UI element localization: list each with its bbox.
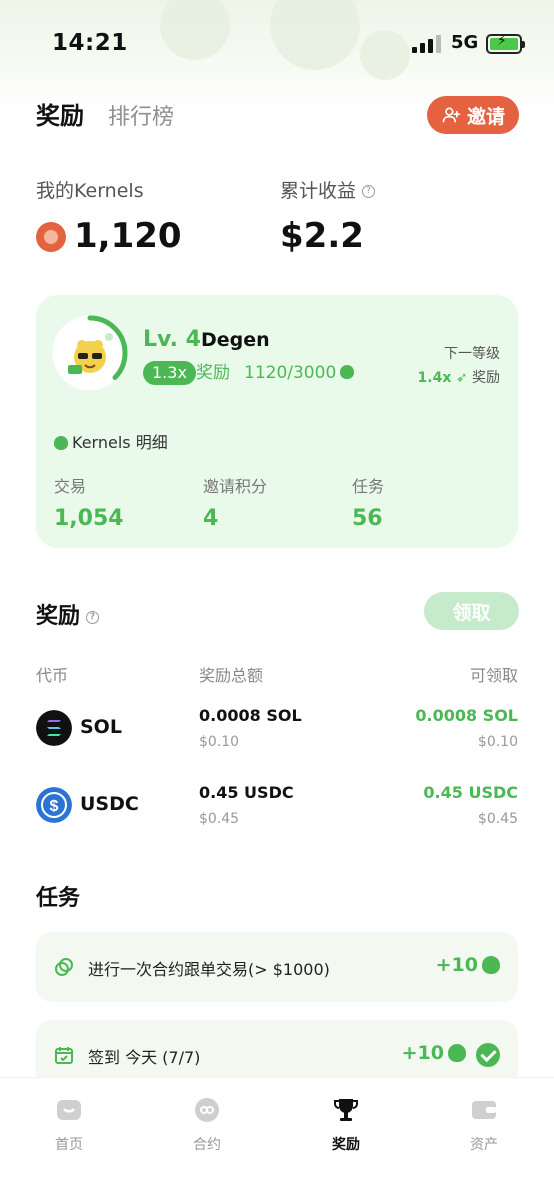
task-points: +10: [436, 954, 500, 976]
help-icon[interactable]: ?: [86, 610, 100, 624]
trophy-icon: [334, 1099, 358, 1121]
usdc-icon: $: [36, 787, 72, 823]
breakdown-label: 邀请积分: [203, 477, 268, 496]
add-user-icon: [442, 107, 461, 123]
battery-icon: ⚡: [486, 33, 525, 54]
invite-button[interactable]: 邀请: [427, 96, 519, 134]
token-name: USDC: [80, 793, 139, 815]
network-type: 5G: [451, 32, 479, 53]
kernel-coin-icon: [36, 222, 66, 252]
tab-leaderboard[interactable]: 排行榜: [108, 99, 174, 131]
claimable-amount: 0.0008 SOL: [415, 706, 518, 725]
breakdown-value: 56: [352, 506, 383, 531]
breakdown-value: 1,054: [54, 506, 124, 531]
kernel-icon: [54, 435, 68, 450]
claimable-amount-usd: $0.45: [477, 811, 518, 827]
rewards-title: 奖励?: [36, 598, 100, 630]
futures-icon: [195, 1098, 219, 1122]
next-multiplier: 1.4x: [417, 370, 452, 386]
rewards-title-label: 奖励: [36, 604, 81, 629]
completed-check-icon: [476, 1043, 500, 1067]
reward-amount-usd: $0.45: [199, 811, 240, 827]
nav-home[interactable]: 首页: [29, 1096, 109, 1154]
table-row[interactable]: $ USDC 0.45 USDC $0.45 0.45 USDC $0.45: [36, 777, 518, 837]
multiplier-badge: 1.3x: [143, 361, 196, 385]
column-header-total: 奖励总额: [199, 666, 264, 685]
claimable-amount: 0.45 USDC: [423, 783, 518, 802]
breakdown-trade: 交易 1,054: [54, 473, 124, 531]
tasks-title: 任务: [36, 886, 81, 911]
level-name: Degen: [201, 329, 270, 351]
level-progress: 1120/3000: [244, 361, 355, 385]
reward-amount: 0.0008 SOL: [199, 706, 302, 725]
multiplier-label: 奖励: [196, 363, 230, 383]
copy-trade-icon: [55, 958, 73, 976]
level-progress-ring: [52, 315, 128, 391]
next-level-bonus: 1.4x ➶ 奖励: [418, 367, 500, 387]
level-progress-value: 1120/3000: [244, 363, 337, 383]
token-name: SOL: [80, 716, 122, 738]
kernels-value: 1,120: [74, 216, 182, 256]
breakdown-invite: 邀请积分 4: [203, 473, 267, 531]
task-item[interactable]: 进行一次合约跟单交易(> $1000) +10: [36, 932, 518, 1002]
nav-assets[interactable]: 资产: [444, 1096, 524, 1154]
wallet-icon: [472, 1101, 496, 1119]
kernels-detail-label: Kernels 明细: [72, 433, 168, 452]
bottom-nav: 首页 合约 奖励 资产: [0, 1077, 554, 1199]
svg-text:$: $: [50, 798, 59, 815]
task-points: +10: [402, 1042, 466, 1064]
task-text: 签到 今天 (7/7): [88, 1048, 201, 1067]
calendar-icon: [55, 1047, 73, 1064]
column-header-claimable: 可领取: [469, 666, 518, 685]
nav-label: 首页: [55, 1137, 83, 1153]
earnings-label-wrap: 累计收益?: [280, 176, 376, 203]
breakdown-label: 任务: [352, 477, 385, 496]
home-icon: [57, 1100, 81, 1120]
earnings-value: $2.2: [280, 216, 364, 256]
nav-rewards[interactable]: 奖励: [306, 1096, 386, 1154]
nav-label: 资产: [470, 1137, 498, 1153]
invite-label: 邀请: [466, 105, 505, 128]
kernel-icon: [340, 365, 355, 379]
reward-amount-usd: $0.10: [199, 734, 240, 750]
breakdown-value: 4: [203, 506, 219, 531]
task-points-value: +10: [401, 1042, 444, 1064]
rocket-icon: ➶: [455, 370, 468, 386]
nav-futures[interactable]: 合约: [167, 1096, 247, 1154]
status-time: 14:21: [52, 30, 128, 56]
task-points-value: +10: [435, 954, 478, 976]
claim-button[interactable]: 领取: [424, 592, 519, 630]
earnings-label: 累计收益: [280, 180, 357, 202]
next-level-label: 下一等级: [444, 346, 500, 362]
kernels-label: 我的Kernels: [36, 180, 144, 202]
status-bar: 14:21 5G ⚡: [0, 26, 554, 62]
nav-label: 奖励: [332, 1137, 360, 1153]
level-number: Lv. 4: [143, 327, 201, 352]
table-row[interactable]: SOL 0.0008 SOL $0.10 0.0008 SOL $0.10: [36, 700, 518, 760]
kernel-icon: [482, 955, 500, 974]
level-card[interactable]: Lv. 4 Degen 1.3x 奖励 1120/3000 下一等级 1.4x …: [36, 295, 518, 548]
column-header-token: 代币: [36, 666, 69, 685]
claimable-amount-usd: $0.10: [477, 734, 518, 750]
next-reward-label: 奖励: [472, 370, 500, 386]
signal-icon: [412, 35, 441, 53]
task-text: 进行一次合约跟单交易(> $1000): [88, 960, 330, 979]
kernel-icon: [448, 1043, 466, 1062]
help-icon[interactable]: ?: [362, 185, 376, 198]
top-tabs: 奖励 排行榜: [36, 96, 174, 131]
kernels-detail-title[interactable]: Kernels 明细: [54, 429, 168, 453]
breakdown-label: 交易: [54, 477, 87, 496]
breakdown-tasks: 任务 56: [352, 473, 384, 531]
sol-icon: [36, 710, 72, 746]
reward-amount: 0.45 USDC: [199, 783, 294, 802]
nav-label: 合约: [193, 1137, 221, 1153]
tab-rewards[interactable]: 奖励: [36, 96, 84, 131]
